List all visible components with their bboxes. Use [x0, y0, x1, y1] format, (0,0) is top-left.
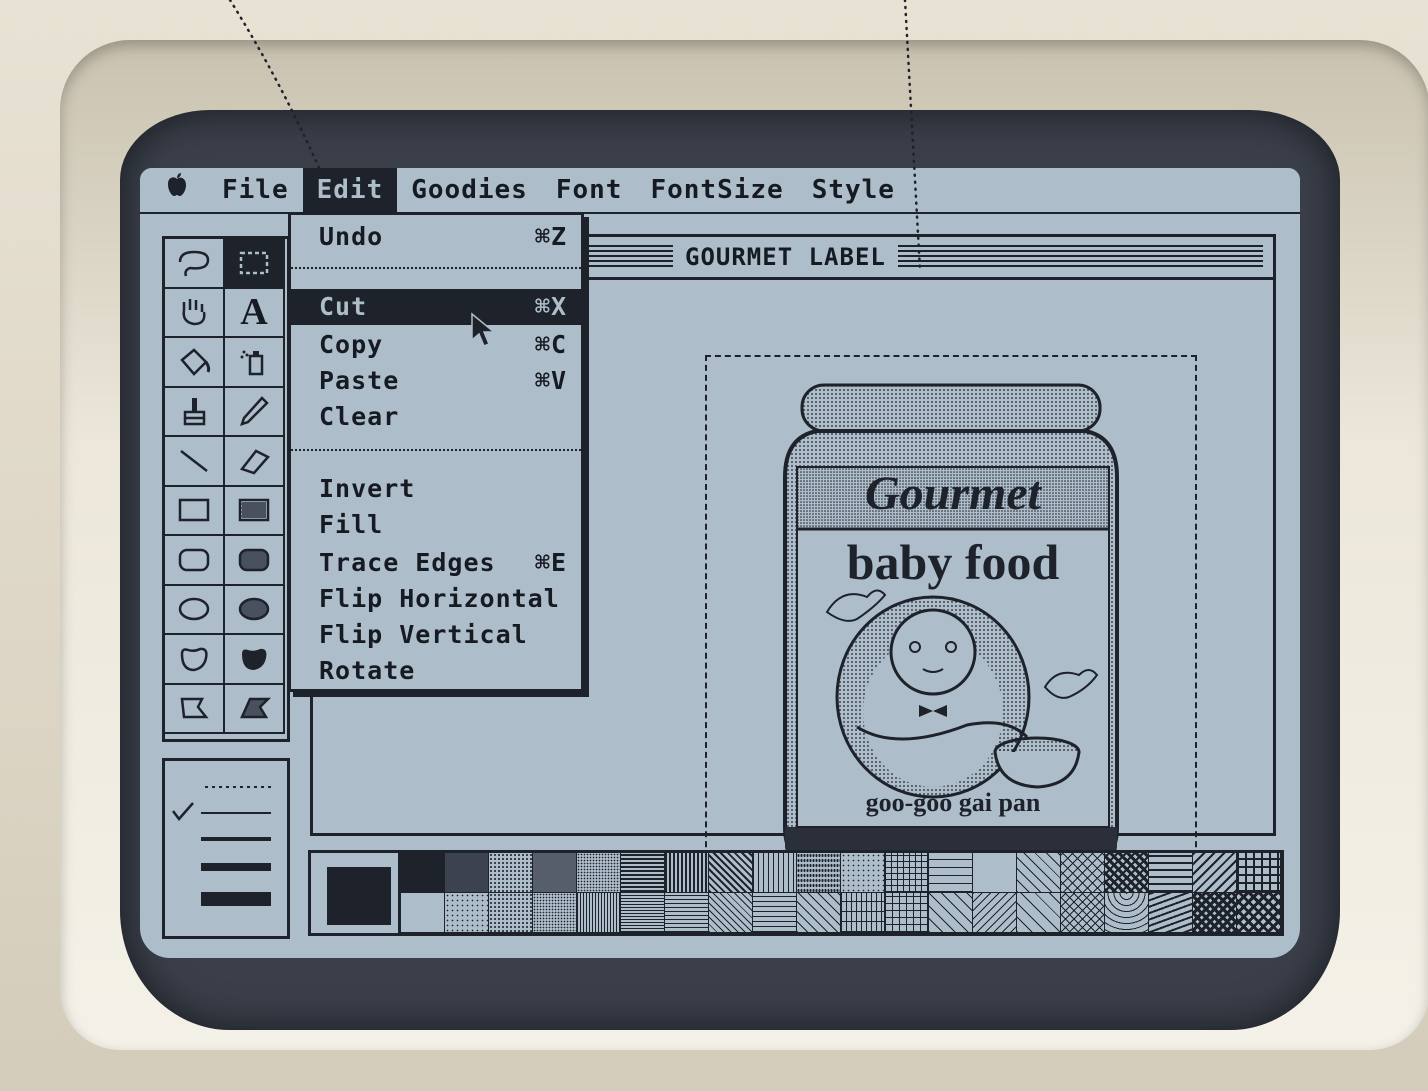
menu-item-invert[interactable]: Invert [291, 471, 581, 507]
menu-item-cut[interactable]: Cut ⌘X [291, 289, 581, 325]
menu-item-rotate[interactable]: Rotate [291, 653, 581, 689]
menu-item-trace-edges[interactable]: Trace Edges ⌘E [291, 545, 581, 581]
menu-item-flip-horizontal[interactable]: Flip Horizontal [291, 581, 581, 617]
menu-item-fill[interactable]: Fill [291, 507, 581, 543]
menu-item-clear[interactable]: Clear [291, 399, 581, 435]
mouse-pointer-icon [471, 312, 497, 347]
menu-separator [291, 267, 581, 269]
menu-separator [291, 449, 581, 451]
menu-item-flip-vertical[interactable]: Flip Vertical [291, 617, 581, 653]
menu-item-undo[interactable]: Undo ⌘Z [291, 219, 581, 255]
edit-menu-dropdown: Undo ⌘Z Cut ⌘X Copy ⌘C Paste ⌘V Clear Invert… [288, 212, 584, 692]
menu-item-copy[interactable]: Copy ⌘C [291, 327, 581, 363]
annotation-leader-lines [228, 0, 922, 272]
menu-item-paste[interactable]: Paste ⌘V [291, 363, 581, 399]
